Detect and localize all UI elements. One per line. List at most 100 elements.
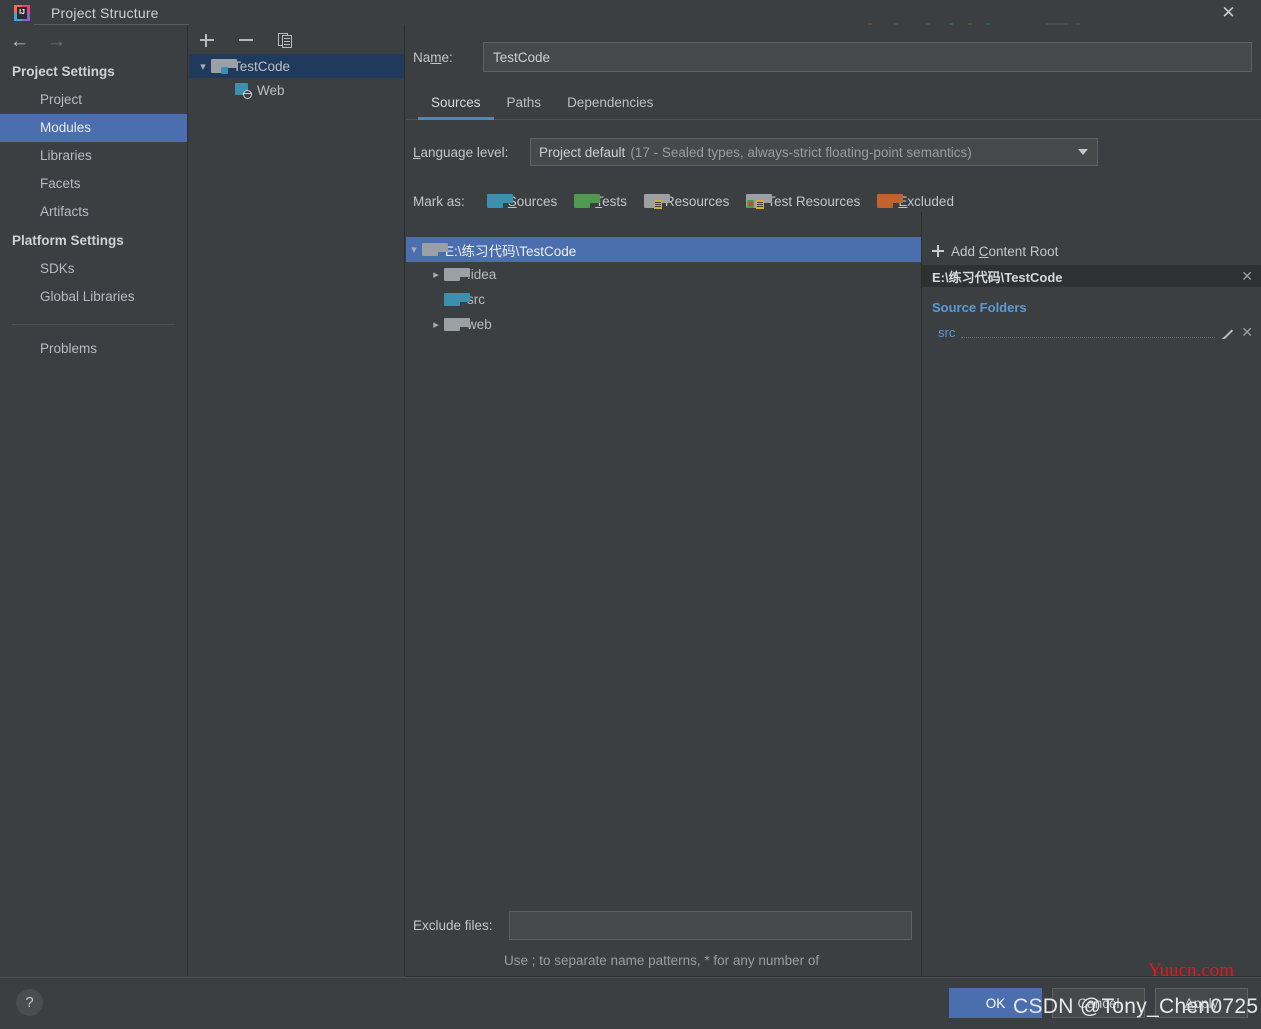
tree-row[interactable]: ▸ .idea <box>406 262 921 287</box>
folder-icon <box>422 242 448 257</box>
resources-folder-icon <box>643 194 670 209</box>
arrow-left-icon[interactable]: ← <box>10 32 29 51</box>
language-level-hint: (17 - Sealed types, always-strict floati… <box>630 144 972 160</box>
arrow-right-icon[interactable]: → <box>47 32 66 51</box>
folder-icon <box>444 267 470 282</box>
content-root-tree: ▾ E:\练习代码\TestCode ▸ .idea src ▸ web <box>406 237 922 897</box>
tree-row-label: .idea <box>467 267 497 282</box>
copy-module-icon[interactable] <box>276 31 294 49</box>
module-name-row: Name: <box>406 42 1261 72</box>
sidebar-item-modules[interactable]: Modules <box>0 114 187 142</box>
sidebar-item-facets[interactable]: Facets <box>0 170 187 198</box>
help-button[interactable]: ? <box>16 989 43 1016</box>
csdn-watermark: CSDN @Tony_Chen0725 <box>1013 995 1259 1018</box>
module-tabs: Sources Paths Dependencies <box>406 86 1261 120</box>
module-editor-panel: Name: Sources Paths Dependencies Languag… <box>406 25 1261 989</box>
chevron-right-icon[interactable]: ▸ <box>428 318 444 331</box>
modules-list-panel: ▾ TestCode Web <box>189 25 405 976</box>
test-resources-folder-icon <box>746 194 773 209</box>
sidebar-item-project[interactable]: Project <box>0 86 187 114</box>
tests-folder-icon <box>574 194 601 208</box>
exclude-files-row: Exclude files: <box>406 911 1261 940</box>
tree-row[interactable]: ▸ web <box>406 312 921 337</box>
remove-content-root-icon[interactable]: ✕ <box>1241 268 1253 285</box>
chevron-right-icon[interactable]: ▸ <box>428 268 444 281</box>
module-folder-icon <box>211 59 237 74</box>
module-name-label: Name: <box>413 49 453 65</box>
tab-paths[interactable]: Paths <box>494 95 555 119</box>
add-content-root-label: Add Content Root <box>951 243 1059 259</box>
mark-as-excluded-button[interactable]: Excluded <box>877 194 954 209</box>
sidebar-group-project-settings: Project Settings <box>12 64 115 79</box>
language-level-select[interactable]: Project default (17 - Sealed types, alwa… <box>530 138 1098 166</box>
tree-row[interactable]: src <box>406 287 921 312</box>
add-content-root-button[interactable]: Add Content Root <box>922 237 1261 265</box>
tab-dependencies[interactable]: Dependencies <box>554 95 666 119</box>
mark-as-tests-label: Tests <box>595 193 627 209</box>
sidebar-item-sdks[interactable]: SDKs <box>0 255 187 283</box>
mark-as-toolbar: Mark as: Sources Tests Resources <box>406 188 1261 214</box>
language-level-value: Project default <box>539 144 626 160</box>
navigation-arrows: ← → <box>0 25 187 57</box>
content-root-path: E:\练习代码\TestCode <box>932 269 1063 285</box>
mark-as-resources-label: Resources <box>664 193 730 209</box>
folder-icon <box>444 317 470 332</box>
dotted-leader <box>961 326 1216 338</box>
close-icon[interactable]: ✕ <box>1206 0 1251 25</box>
tree-row-label: E:\练习代码\TestCode <box>445 243 577 259</box>
plus-icon <box>932 245 944 257</box>
mark-as-sources-button[interactable]: Sources <box>486 193 558 209</box>
web-facet-icon <box>235 83 252 99</box>
mark-as-test-resources-button[interactable]: Test Resources <box>746 194 860 209</box>
module-tree-item-web[interactable]: Web <box>189 78 404 102</box>
yuucn-watermark: Yuucn.com <box>1148 960 1235 981</box>
exclude-files-label: Exclude files: <box>413 918 493 933</box>
content-roots-split: ▾ E:\练习代码\TestCode ▸ .idea src ▸ web Add… <box>406 237 1261 897</box>
module-name-input[interactable] <box>483 42 1252 72</box>
mark-as-excluded-label: Excluded <box>898 193 954 209</box>
content-root-header: E:\练习代码\TestCode ✕ <box>922 265 1261 287</box>
sidebar-divider <box>12 324 175 325</box>
chevron-down-icon[interactable] <box>1078 149 1088 155</box>
tree-row[interactable]: ▾ E:\练习代码\TestCode <box>406 237 921 262</box>
sources-folder-icon <box>444 292 470 307</box>
module-tree-item-label: Web <box>257 82 285 98</box>
remove-source-folder-icon[interactable]: ✕ <box>1241 324 1253 341</box>
excluded-folder-icon <box>877 194 904 208</box>
remove-module-icon[interactable] <box>237 31 255 49</box>
footer-divider <box>0 977 1261 978</box>
exclude-hint-line1: Use ; to separate name patterns, * for a… <box>504 953 820 968</box>
sidebar-item-libraries[interactable]: Libraries <box>0 142 187 170</box>
sidebar-item-artifacts[interactable]: Artifacts <box>0 198 187 226</box>
mark-as-tests-button[interactable]: Tests <box>574 194 627 209</box>
project-structure-dialog: IJ Project Structure ✕ ← → Project Setti… <box>0 0 1261 1029</box>
intellij-idea-icon: IJ <box>14 4 30 21</box>
mark-as-label: Mark as: <box>413 193 465 209</box>
sidebar-item-global-libraries[interactable]: Global Libraries <box>0 283 187 311</box>
sidebar-group-platform-settings: Platform Settings <box>12 233 124 248</box>
chevron-down-icon[interactable]: ▾ <box>406 243 422 256</box>
language-level-label: Language level: <box>413 144 509 160</box>
settings-sidebar: ← → Project Settings Project Modules Lib… <box>0 25 188 976</box>
detail-divider <box>921 212 922 976</box>
module-tree-item-label: TestCode <box>233 58 291 74</box>
mark-as-test-resources-label: Test Resources <box>767 193 861 209</box>
window-title: Project Structure <box>51 4 159 21</box>
language-level-row: Language level: Project default (17 - Se… <box>406 138 1261 166</box>
tree-row-label: web <box>467 317 492 332</box>
mark-as-sources-label: Sources <box>508 193 558 209</box>
chevron-down-icon[interactable]: ▾ <box>195 60 211 73</box>
content-root-detail: Add Content Root E:\练习代码\TestCode ✕ Sour… <box>922 237 1261 897</box>
exclude-files-input[interactable] <box>509 911 912 940</box>
source-folder-row[interactable]: src ✕ <box>922 321 1261 343</box>
module-tree-item-testcode[interactable]: ▾ TestCode <box>189 54 404 78</box>
source-folder-name: src <box>938 324 956 340</box>
pencil-icon[interactable] <box>1221 325 1235 339</box>
mark-as-resources-button[interactable]: Resources <box>643 193 730 209</box>
tab-sources[interactable]: Sources <box>418 95 494 120</box>
modules-toolbar <box>189 25 404 54</box>
sidebar-item-problems[interactable]: Problems <box>0 335 187 363</box>
add-module-icon[interactable] <box>198 31 216 49</box>
source-folders-title: Source Folders <box>932 300 1027 315</box>
sources-folder-icon <box>486 194 513 208</box>
